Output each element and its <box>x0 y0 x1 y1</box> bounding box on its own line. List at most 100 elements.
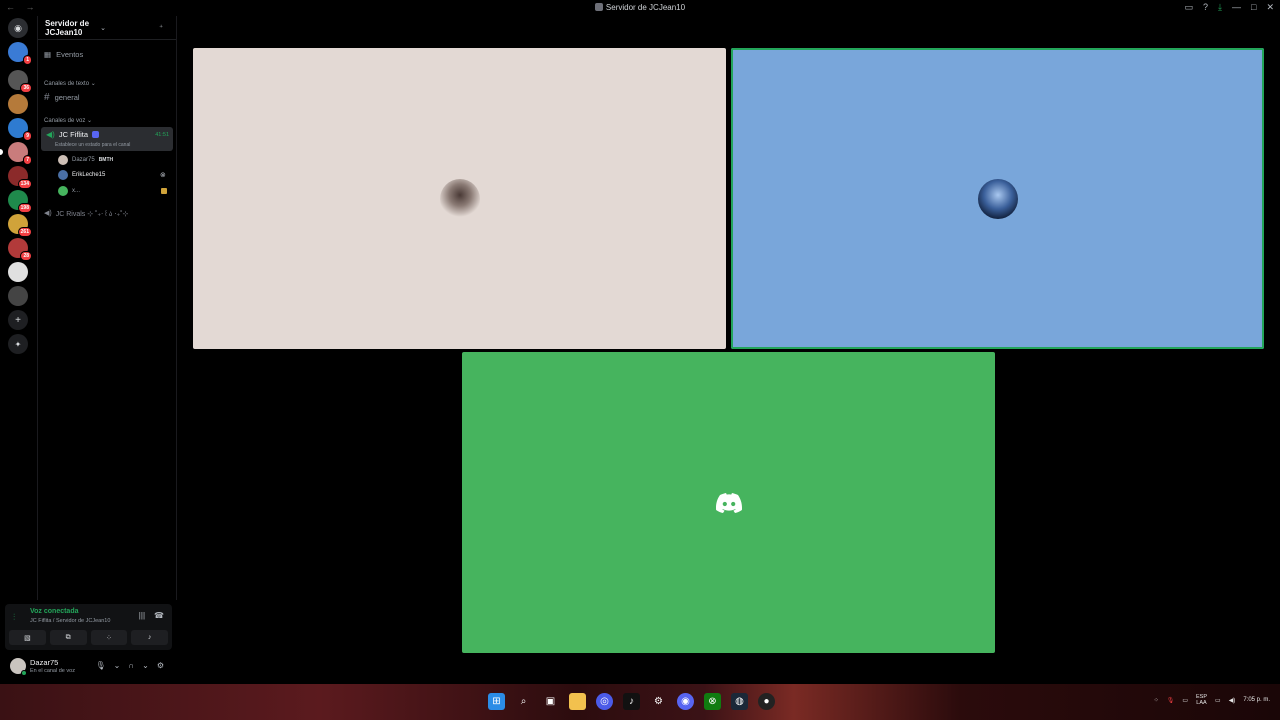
soundboard-button[interactable]: ♪ <box>131 630 168 645</box>
disconnect-icon[interactable]: ☎ <box>154 611 164 620</box>
voice-timer: 41:51 <box>155 132 169 138</box>
chevron-down-icon[interactable]: ⌄ <box>114 661 121 670</box>
server-header[interactable]: Servidor de JCJean10 ⌄ ⁺ <box>38 16 176 40</box>
participant-tile-erikleche15[interactable] <box>731 48 1264 349</box>
voice-connected-panel: ⫶ Voz conectada JC Fiflita / Servidor de… <box>5 604 172 650</box>
voice-user-name: x... <box>72 188 81 194</box>
xbox-button[interactable]: ⊗ <box>704 693 721 710</box>
start-button[interactable]: ⊞ <box>488 693 505 710</box>
chevron-down-icon[interactable]: ⌄ <box>142 661 149 670</box>
microphone-icon[interactable]: 🎙︎ <box>1167 697 1175 704</box>
voice-connected-subtitle[interactable]: JC Fiflita / Servidor de JCJean10 <box>30 618 110 624</box>
app-button-3[interactable]: ⚙ <box>650 693 667 710</box>
avatar <box>58 170 68 180</box>
tray-overflow-icon[interactable]: ⁘ <box>1154 697 1159 704</box>
search-button[interactable]: ⌕ <box>515 693 532 710</box>
invite-icon[interactable]: ⁺ <box>159 23 169 33</box>
server-icon-5[interactable]: 7 <box>0 142 32 165</box>
window-title: Servidor de JCJean10 <box>605 3 686 12</box>
participant-tile-dazar75[interactable] <box>193 48 726 349</box>
maximize-button[interactable]: □ <box>1251 2 1256 13</box>
mention-badge: 36 <box>20 83 32 93</box>
compass-icon: ✦ <box>8 334 28 354</box>
server-mini-icon <box>594 3 603 11</box>
discover-button[interactable]: ✦ <box>8 334 28 354</box>
voice-channel-name: JC Rivals ⊹ ˚₊‧꒰ა ‧₊˚⊹ <box>55 211 129 218</box>
server-icon-7[interactable]: 198 <box>8 190 32 213</box>
network-icon[interactable]: ▭ <box>1215 697 1221 704</box>
voice-category-label: Canales de voz <box>44 118 86 124</box>
direct-messages-button[interactable]: ◉ <box>8 18 28 38</box>
task-view-button[interactable]: ▣ <box>542 693 559 710</box>
participant-avatar <box>977 178 1018 219</box>
steam-button[interactable]: ◍ <box>731 693 748 710</box>
noise-suppression-icon[interactable]: ||| <box>139 611 145 620</box>
server-icon-3[interactable] <box>8 94 28 114</box>
voice-channel-name-wrap: ◀) JC Fiflita <box>46 130 99 139</box>
voice-user-erikleche15[interactable]: ErikLeche15 <box>58 170 105 180</box>
text-category[interactable]: Canales de texto ⌄ <box>44 80 96 87</box>
app-button-2[interactable]: ♪ <box>623 693 640 710</box>
obs-button[interactable]: ● <box>758 693 775 710</box>
server-icon-9[interactable]: 28 <box>8 238 32 261</box>
online-status-dot <box>21 670 27 676</box>
server-icon-8[interactable]: 261 <box>8 214 32 237</box>
channel-status[interactable]: Establece un estado para el canal <box>55 142 130 148</box>
events-label: Eventos <box>56 50 84 59</box>
server-avatar <box>8 262 28 282</box>
app-icon: ♪ <box>629 696 634 707</box>
close-button[interactable]: ✕ <box>1266 2 1274 13</box>
discord-taskbar-button[interactable]: ◉ <box>677 693 694 710</box>
channel-general[interactable]: # general <box>44 92 80 103</box>
voice-channel-active[interactable]: ◀) JC Fiflita 41:51 Establece un estado … <box>41 127 173 151</box>
voice-user-dazar75[interactable]: Dazar75 BMTH <box>58 155 113 165</box>
server-icon-6[interactable]: 134 <box>8 166 32 189</box>
camera-off-button[interactable]: ▧ <box>9 630 46 645</box>
discord-logo-icon <box>715 492 742 513</box>
voice-connected-title: Voz conectada <box>30 608 79 615</box>
voice-category[interactable]: Canales de voz ⌄ <box>44 117 92 124</box>
app-button-1[interactable]: ◎ <box>596 693 613 710</box>
soundboard-icon: ♪ <box>147 634 152 641</box>
server-avatar <box>8 94 28 114</box>
activities-button[interactable]: ⁘ <box>90 630 128 645</box>
hash-icon: # <box>44 92 50 103</box>
clock[interactable]: 7:05 p. m. <box>1243 697 1270 703</box>
help-icon[interactable]: ? <box>1203 2 1208 13</box>
server-icon-2[interactable]: 36 <box>8 70 32 93</box>
add-server-button[interactable]: + <box>8 310 28 330</box>
task-view-icon: ▣ <box>545 696 556 707</box>
server-name: Servidor de JCJean10 <box>45 18 90 37</box>
events-item[interactable]: ▦ Eventos <box>44 50 83 59</box>
participant-avatar <box>439 178 480 219</box>
participant-tile-3[interactable] <box>462 352 995 653</box>
username[interactable]: Dazar75 <box>30 658 58 667</box>
mention-badge: 261 <box>17 227 32 237</box>
server-icon-4[interactable]: 9 <box>8 118 32 141</box>
gear-icon[interactable]: ⚙ <box>157 661 164 670</box>
voice-user-3[interactable]: x... <box>58 186 80 196</box>
headphones-icon[interactable]: ∩ <box>128 661 134 670</box>
minimize-button[interactable]: — <box>1232 2 1241 13</box>
download-icon[interactable]: ⤓ <box>1218 2 1222 13</box>
record-icon: ● <box>763 696 770 707</box>
signal-icon[interactable]: ⫶ <box>13 612 15 623</box>
server-icon-11[interactable] <box>8 286 28 306</box>
windows-icon: ⊞ <box>492 696 501 707</box>
file-explorer-button[interactable] <box>569 693 586 710</box>
volume-icon[interactable]: ◀) <box>1229 697 1236 704</box>
inbox-icon[interactable]: ▭ <box>1185 2 1194 13</box>
screen-share-button[interactable]: ⧉ <box>49 630 87 645</box>
speaker-icon: ◀) <box>44 210 52 217</box>
selected-pill <box>0 149 3 155</box>
server-rail: ◉ 1 36 9 7 134 198 261 28 + ✦ <box>0 16 37 684</box>
voice-channel-jc-rivals[interactable]: ◀) JC Rivals ⊹ ˚₊‧꒰ა ‧₊˚⊹ <box>44 208 128 218</box>
channel-label: general <box>54 93 80 102</box>
keyboard-icon[interactable]: ▭ <box>1182 697 1188 704</box>
microphone-icon[interactable]: 🎙︎ <box>96 661 106 670</box>
activities-icon: ⁘ <box>105 634 112 642</box>
window-controls: ▭ ? ⤓ — □ ✕ <box>1185 2 1275 13</box>
server-icon-10[interactable] <box>8 262 28 282</box>
server-icon-1[interactable]: 1 <box>8 42 32 65</box>
language-indicator[interactable]: ESP LAA <box>1196 694 1207 706</box>
